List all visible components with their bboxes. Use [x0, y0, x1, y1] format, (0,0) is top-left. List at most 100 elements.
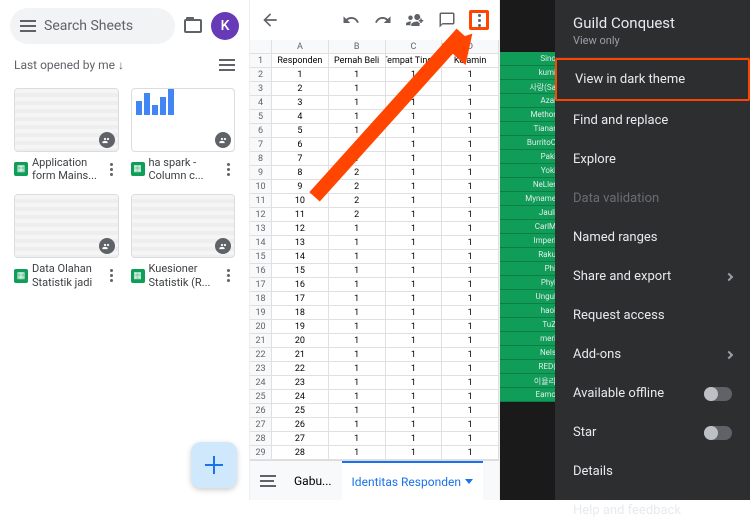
file-more-icon[interactable]: [221, 269, 235, 282]
cell[interactable]: 16: [272, 278, 329, 291]
row-header[interactable]: 25: [250, 390, 272, 403]
menu-item[interactable]: Named ranges: [555, 218, 750, 257]
cell[interactable]: 21: [272, 348, 329, 361]
cell[interactable]: 1: [329, 306, 386, 319]
cell[interactable]: 17: [272, 292, 329, 305]
cell[interactable]: Pernah Beli: [329, 54, 386, 67]
column-header[interactable]: A: [272, 40, 329, 53]
cell[interactable]: 1: [386, 222, 443, 235]
undo-icon[interactable]: [341, 10, 361, 30]
cell[interactable]: 1: [386, 348, 443, 361]
cell[interactable]: 23: [272, 376, 329, 389]
row-header[interactable]: 19: [250, 306, 272, 319]
row-header[interactable]: 22: [250, 348, 272, 361]
cell[interactable]: 1: [442, 82, 499, 95]
cell[interactable]: 25: [272, 404, 329, 417]
cell[interactable]: 1: [442, 250, 499, 263]
row-header[interactable]: 1: [250, 54, 272, 67]
toggle-switch[interactable]: [704, 426, 732, 440]
row-header[interactable]: 5: [250, 110, 272, 123]
search-input[interactable]: Search Sheets: [10, 8, 175, 44]
row-header[interactable]: 26: [250, 404, 272, 417]
cell[interactable]: 7: [272, 152, 329, 165]
spreadsheet-grid[interactable]: ABCD1RespondenPernah BeliTempat TinggalK…: [250, 40, 499, 460]
cell[interactable]: Tempat Tinggal: [386, 54, 443, 67]
file-more-icon[interactable]: [105, 163, 119, 176]
cell[interactable]: 3: [272, 96, 329, 109]
toggle-switch[interactable]: [704, 387, 732, 401]
file-more-icon[interactable]: [105, 269, 119, 282]
cell[interactable]: 1: [442, 194, 499, 207]
row-header[interactable]: 4: [250, 96, 272, 109]
cell[interactable]: 1: [329, 292, 386, 305]
cell[interactable]: 18: [272, 306, 329, 319]
row-header[interactable]: 20: [250, 320, 272, 333]
row-header[interactable]: 27: [250, 418, 272, 431]
row-header[interactable]: 14: [250, 236, 272, 249]
cell[interactable]: 1: [442, 264, 499, 277]
row-header[interactable]: 29: [250, 446, 272, 459]
cell[interactable]: 1: [442, 124, 499, 137]
row-header[interactable]: 9: [250, 166, 272, 179]
row-header[interactable]: 16: [250, 264, 272, 277]
cell[interactable]: Responden: [272, 54, 329, 67]
row-header[interactable]: 3: [250, 82, 272, 95]
cell[interactable]: 1: [442, 236, 499, 249]
cell[interactable]: 1: [329, 250, 386, 263]
cell[interactable]: 1: [442, 376, 499, 389]
cell[interactable]: 1: [442, 446, 499, 459]
cell[interactable]: 1: [386, 124, 443, 137]
cell[interactable]: 1: [442, 152, 499, 165]
menu-item[interactable]: Share and export: [555, 257, 750, 296]
cell[interactable]: 1: [329, 362, 386, 375]
menu-item[interactable]: Star: [555, 413, 750, 452]
cell[interactable]: 1: [329, 320, 386, 333]
cell[interactable]: 1: [329, 376, 386, 389]
cell[interactable]: 12: [272, 222, 329, 235]
cell[interactable]: 14: [272, 250, 329, 263]
menu-item[interactable]: View in dark theme: [555, 58, 750, 101]
cell[interactable]: 8: [272, 166, 329, 179]
cell[interactable]: 1: [442, 362, 499, 375]
cell[interactable]: 1: [442, 390, 499, 403]
menu-icon[interactable]: [20, 25, 36, 27]
menu-item[interactable]: Add-ons: [555, 335, 750, 374]
cell[interactable]: 4: [272, 110, 329, 123]
menu-item[interactable]: Request access: [555, 296, 750, 335]
cell[interactable]: Kelamin: [442, 54, 499, 67]
folder-icon[interactable]: [183, 16, 203, 36]
cell[interactable]: 1: [329, 278, 386, 291]
cell[interactable]: 2: [329, 208, 386, 221]
cell[interactable]: 1: [329, 124, 386, 137]
cell[interactable]: 27: [272, 432, 329, 445]
menu-item[interactable]: Details: [555, 452, 750, 491]
cell[interactable]: 1: [386, 432, 443, 445]
cell[interactable]: 1: [442, 334, 499, 347]
view-toggle-icon[interactable]: [219, 59, 235, 71]
cell[interactable]: 1: [386, 404, 443, 417]
share-icon[interactable]: [405, 10, 425, 30]
cell[interactable]: 1: [386, 362, 443, 375]
file-card[interactable]: ▦ha spark - Column c...: [131, 88, 236, 182]
cell[interactable]: 11: [272, 208, 329, 221]
cell[interactable]: 1: [386, 306, 443, 319]
cell[interactable]: 1: [386, 166, 443, 179]
menu-item[interactable]: Help and feedback: [555, 491, 750, 530]
cell[interactable]: 1: [386, 264, 443, 277]
sheet-tab-active[interactable]: Identitas Responden: [342, 461, 483, 500]
cell[interactable]: 1: [329, 334, 386, 347]
cell[interactable]: 1: [442, 166, 499, 179]
row-header[interactable]: 13: [250, 222, 272, 235]
cell[interactable]: 6: [272, 138, 329, 151]
row-header[interactable]: 11: [250, 194, 272, 207]
cell[interactable]: 1: [386, 320, 443, 333]
row-header[interactable]: 15: [250, 250, 272, 263]
cell[interactable]: 1: [329, 82, 386, 95]
cell[interactable]: 1: [329, 390, 386, 403]
row-header[interactable]: 21: [250, 334, 272, 347]
avatar[interactable]: K: [211, 12, 239, 40]
cell[interactable]: 1: [386, 292, 443, 305]
all-sheets-icon[interactable]: [250, 461, 284, 500]
column-header[interactable]: C: [386, 40, 443, 53]
row-header[interactable]: 28: [250, 432, 272, 445]
